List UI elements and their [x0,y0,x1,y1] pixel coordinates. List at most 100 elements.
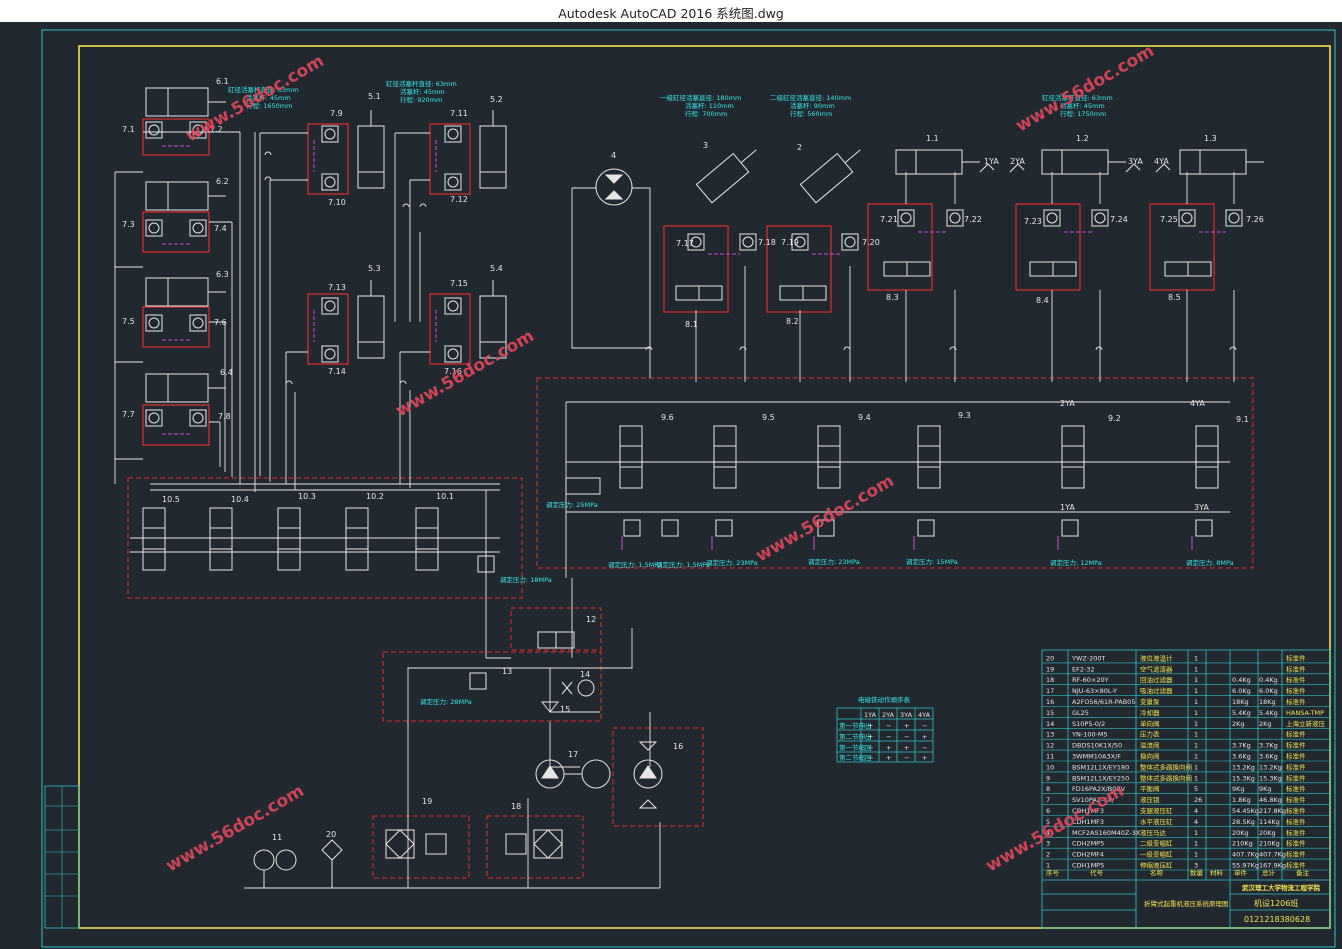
bom-cell-remark: 标准件 [1286,664,1306,673]
bom-cell-code: GL25 [1072,709,1089,717]
bom-cell-w1: 6.0Kg [1232,687,1251,695]
bom-cell-qty: 26 [1194,796,1202,804]
bom-cell-name: 换向阀 [1140,752,1160,761]
label-10-2: 10.2 [366,492,384,501]
bom-cell-w1: 407.7Kg [1232,851,1259,859]
bom-cell-remark: 标准件 [1286,795,1306,804]
solenoid-table-title: 电磁铁动作顺序表 [858,695,911,704]
bom-cell-name: 溢流阀 [1140,741,1160,750]
bom-cell-qty: 1 [1194,753,1198,761]
bom-cell-w1: 9Kg [1232,785,1245,793]
sol-r3-c3: − [904,754,909,762]
label-9-1: 9.1 [1236,415,1249,424]
bom-cell-qty: 1 [1194,742,1198,750]
bom-cell-qty: 4 [1194,807,1198,815]
bom-cell-code: MCF2AS160M40Z-3X [1072,829,1141,837]
sol-r3-c2: + [886,754,891,762]
label-1ya-top: 1YA [984,157,999,166]
bom-cell-w2: 3.6Kg [1259,753,1278,761]
label-8-5: 8.5 [1168,293,1181,302]
bom-cell-w2: 210Kg [1259,840,1280,848]
bom-cell-no: 18 [1046,676,1054,684]
window-titlebar: Autodesk AutoCAD 2016 系统图.dwg [0,0,1342,23]
label-3ya-mid: 3YA [1194,503,1209,512]
label-7-18: 7.18 [758,238,776,247]
sol-r2-c4: − [922,744,927,752]
sol-r0-label: 第一节伸出 [839,721,872,730]
label-8-3: 8.3 [886,293,899,302]
bom-cell-name: 回油过滤器 [1140,675,1173,684]
class-name: 机设1206班 [1254,898,1298,908]
label-7-12: 7.12 [450,195,468,204]
label-9-4: 9.4 [858,413,871,422]
bom-cell-remark: 标准件 [1286,697,1306,706]
label-6-2: 6.2 [216,177,229,186]
bom-cell-name: 单向阀 [1140,719,1160,728]
bom-h-qty: 数量 [1190,868,1204,877]
label-7-20: 7.20 [862,238,880,247]
bom-cell-w1: 1.8Kg [1232,796,1251,804]
label-1ya-mid: 1YA [1060,503,1075,512]
sol-r1-c2: − [886,733,891,741]
label-19: 20 [326,830,336,839]
label-7-25: 7.25 [1160,215,1178,224]
label-5-2: 5.2 [490,95,503,104]
bom-cell-no: 9 [1046,774,1050,782]
title-block: 折臂式起重机液压系统原理图 武汉理工大学物流工程学院 机设1206班 01212… [1144,883,1321,924]
balance-valves [675,261,1212,301]
annotation-a4: 缸径活塞杆直径: 63mm [386,79,457,88]
sol-h4: 4YA [918,711,931,719]
label-7-21: 7.21 [880,215,898,224]
bom-cell-remark: 标准件 [1286,817,1306,826]
drawing-canvas[interactable]: 6.1 6.2 6.3 6.4 7.1 7.2 7.3 7.4 7.5 7.6 … [0,22,1342,949]
cyan-annotations: 缸径活塞杆直径: 63mm 活塞杆: 45mm 行程: 1650mm 缸径活塞杆… [228,79,1234,706]
bom-cell-remark: 标准件 [1286,784,1306,793]
bom-cell-qty: 1 [1194,698,1198,706]
bom-h-w1: 单件 [1234,868,1248,877]
label-7-6: 7.6 [214,318,227,327]
annotation-pb2: 调定压力: 1.5MPa [656,560,710,569]
bom-cell-w2: 18Kg [1259,698,1276,706]
bom-cell-no: 14 [1046,720,1054,728]
bom-cell-w1: 3.7Kg [1232,742,1251,750]
bom-cell-w1: 2Kg [1232,720,1245,728]
bom-cell-qty: 1 [1194,709,1198,717]
bom-cell-code: YWZ-200T [1071,654,1105,662]
sol-r2-c2: + [886,744,891,752]
bom-cell-qty: 1 [1194,720,1198,728]
bom-h-mat: 材料 [1210,868,1224,877]
watermark-text: www.56doc.com [163,781,308,876]
sol-r2-c1: − [868,744,873,752]
bom-cell-name: 冷却器 [1140,708,1160,717]
label-17: 18 [511,802,521,811]
bom-cell-name: 平衡阀 [1140,784,1160,793]
annotation-pb1: 调定压力: 1.5MPa [608,560,662,569]
bom-h-no: 序号 [1046,868,1060,877]
label-9-3: 9.3 [958,411,971,420]
bom-cell-name: 支腿液压缸 [1140,806,1173,815]
line-crossovers [264,151,1237,385]
bom-cell-w2: 46.8Kg [1259,796,1282,804]
bom-cell-code: NJU-63×80L-Y [1072,687,1117,695]
watermark-text: www.56doc.com [393,326,538,421]
sol-h1: 1YA [864,711,877,719]
window-title: Autodesk AutoCAD 2016 系统图.dwg [558,6,784,21]
bom-cell-qty: 1 [1194,676,1198,684]
parts-list-rows: 20 YWZ-200T 液位液温计 1 标准件19 EF2-32 空气滤清器 1 标准件18 RF… [1042,653,1330,871]
label-5-3: 5.3 [368,264,381,273]
label-7-3: 7.3 [122,220,135,229]
drawing-svg[interactable]: 6.1 6.2 6.3 6.4 7.1 7.2 7.3 7.4 7.5 7.6 … [0,22,1342,949]
annotation-pb7: 调定压力: 8MPa [1186,558,1234,567]
bom-cell-name: 吸油过滤器 [1140,686,1173,695]
label-7-14: 7.14 [328,367,346,376]
label-10-3: 10.3 [298,492,316,501]
bom-h-w2: 总计 [1262,868,1276,877]
bom-cell-code: 3WMM10A3X/F [1072,753,1121,761]
bom-h-remark: 备注 [1296,868,1310,877]
bom-cell-remark: 标准件 [1286,686,1306,695]
bom-cell-no: 13 [1046,731,1054,739]
bom-cell-code: EF2-32 [1072,665,1095,673]
bom-cell-w1: 20Kg [1232,829,1249,837]
sol-r1-c3: − [904,733,909,741]
label-10-4: 10.4 [231,495,249,504]
